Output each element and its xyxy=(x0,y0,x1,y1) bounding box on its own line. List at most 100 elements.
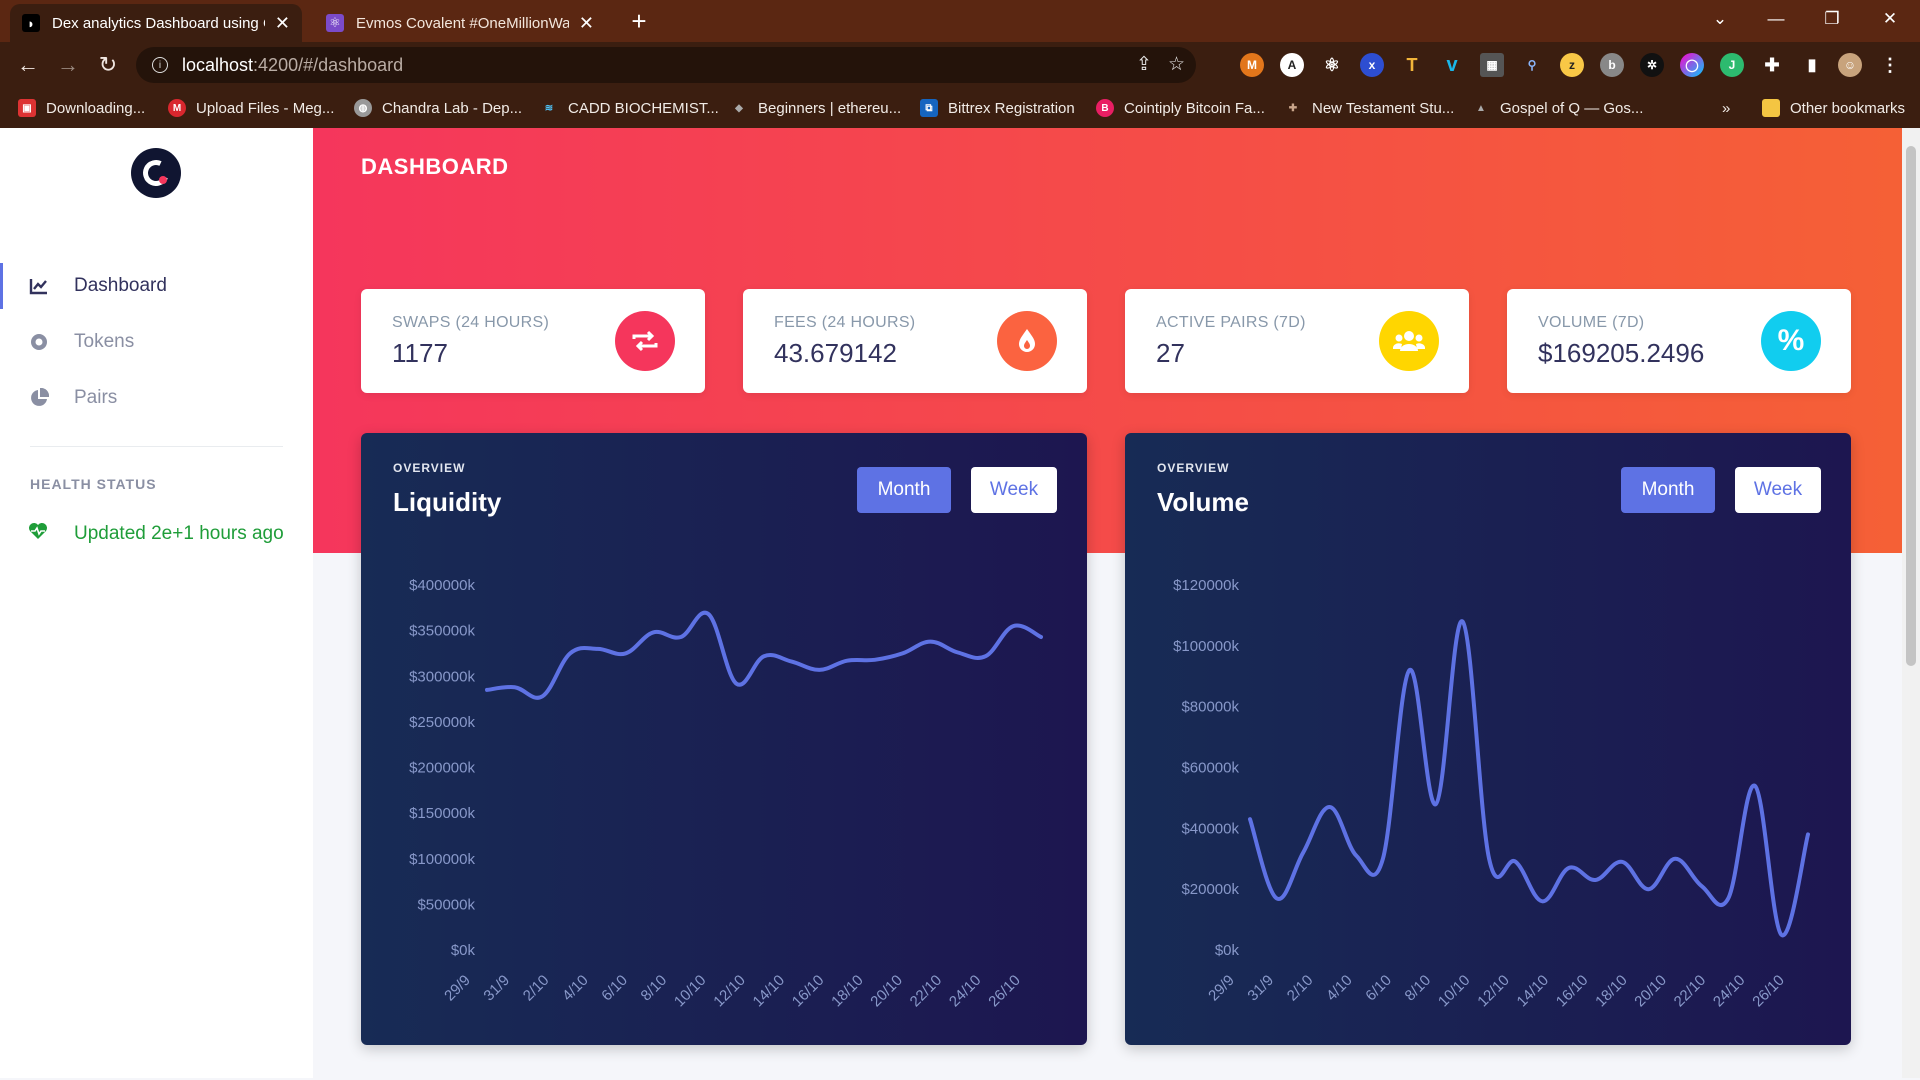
scrollbar-thumb[interactable] xyxy=(1906,146,1916,666)
close-tab-icon[interactable]: ✕ xyxy=(275,13,290,34)
stat-label: VOLUME (7D) xyxy=(1538,314,1645,331)
bookmark-item[interactable]: B Cointiply Bitcoin Fa... xyxy=(1096,96,1265,120)
extension-color-icon[interactable]: ◯ xyxy=(1680,53,1704,77)
mega-favicon-icon: M xyxy=(168,99,186,117)
extension-key-icon[interactable]: T xyxy=(1400,53,1424,77)
x-tick-label: 22/10 xyxy=(907,972,946,1011)
extension-j-icon[interactable]: J xyxy=(1720,53,1744,77)
restore-icon[interactable]: ❐ xyxy=(1804,0,1860,38)
browser-tab-dashboard[interactable]: ◗ Dex analytics Dashboard using C ✕ xyxy=(10,4,302,42)
profile-avatar-icon[interactable]: ☺ xyxy=(1838,53,1862,77)
bookmark-item[interactable]: ◆ Beginners | ethereu... xyxy=(730,96,901,120)
metamask-extension-icon[interactable]: M xyxy=(1240,53,1264,77)
tab-search-icon[interactable]: ⌄ xyxy=(1692,0,1748,38)
back-icon[interactable]: ← xyxy=(14,51,42,79)
gospel-favicon-icon: ▲ xyxy=(1476,102,1486,114)
minimize-icon[interactable]: — xyxy=(1748,0,1804,38)
stat-card-fees: FEES (24 HOURS) 43.679142 xyxy=(743,289,1087,393)
y-tick-label: $200000k xyxy=(409,760,475,777)
close-window-icon[interactable]: ✕ xyxy=(1862,0,1918,38)
y-tick-label: $350000k xyxy=(409,623,475,640)
sidebar-divider xyxy=(30,446,283,447)
bookmark-item[interactable]: ▣ Downloading... xyxy=(18,96,145,120)
y-tick-label: $120000k xyxy=(1173,577,1239,594)
extension-search-icon[interactable]: ⚲ xyxy=(1520,53,1544,77)
sidebar-item-tokens[interactable]: Tokens xyxy=(0,319,313,365)
x-tick-label: 14/10 xyxy=(1514,972,1553,1011)
y-tick-label: $0k xyxy=(1215,942,1240,959)
bookmarks-overflow-button[interactable]: » xyxy=(1722,96,1730,120)
share-icon[interactable]: ⇪ xyxy=(1136,53,1152,76)
page-scrollbar[interactable] xyxy=(1902,128,1920,1078)
bittrex-favicon-icon: ⧉ xyxy=(920,99,938,117)
series-line xyxy=(485,610,1043,700)
x-tick-label: 4/10 xyxy=(559,972,592,1005)
extension-flower-icon[interactable]: ✲ xyxy=(1640,53,1664,77)
bookmark-label: Chandra Lab - Dep... xyxy=(382,99,523,117)
token-icon xyxy=(28,331,50,353)
browser-toolbar: ← → ↻ i localhost:4200/#/dashboard ⇪ ☆ M… xyxy=(0,42,1920,88)
forward-icon[interactable]: → xyxy=(54,51,82,79)
react-devtools-icon[interactable]: ⚛ xyxy=(1320,53,1344,77)
browser-tab-strip: ◗ Dex analytics Dashboard using C ✕ ⚛ Ev… xyxy=(0,0,1920,42)
vimeo-extension-icon[interactable]: v xyxy=(1440,53,1464,77)
other-bookmarks-folder[interactable]: Other bookmarks xyxy=(1762,96,1905,120)
liquidity-line-chart: $0k $50000k $100000k $150000k $200000k $25000… xyxy=(409,577,1043,1011)
page-viewport: Dashboard Tokens Pairs HEALTH STATUS Upd… xyxy=(0,128,1902,1078)
y-tick-label: $80000k xyxy=(1181,699,1239,716)
stat-label: ACTIVE PAIRS (7D) xyxy=(1156,314,1306,331)
sidebar-item-label: Dashboard xyxy=(74,275,167,296)
extension-b-icon[interactable]: b xyxy=(1600,53,1624,77)
side-panel-icon[interactable]: ▮ xyxy=(1800,53,1824,77)
site-info-icon[interactable]: i xyxy=(152,57,168,73)
bookmark-item[interactable]: ✚ New Testament Stu... xyxy=(1284,96,1455,120)
x-tick-label: 31/9 xyxy=(1244,972,1277,1005)
x-tick-label: 10/10 xyxy=(671,972,710,1011)
bookmark-item[interactable]: ⧉ Bittrex Registration xyxy=(920,96,1075,120)
extensions-puzzle-icon[interactable]: ✚ xyxy=(1760,53,1784,77)
x-tick-label: 31/9 xyxy=(480,972,513,1005)
address-bar[interactable]: i localhost:4200/#/dashboard ⇪ ☆ xyxy=(136,47,1196,83)
url-host: localhost xyxy=(182,54,254,75)
x-tick-label: 18/10 xyxy=(1592,972,1631,1011)
bookmark-item[interactable]: ◍ Chandra Lab - Dep... xyxy=(354,96,522,120)
extension-coin-icon[interactable]: z xyxy=(1560,53,1584,77)
tab-title: Dex analytics Dashboard using C xyxy=(52,14,265,32)
y-tick-label: $400000k xyxy=(409,577,475,594)
y-tick-label: $250000k xyxy=(409,714,475,731)
new-tab-button[interactable]: + xyxy=(624,6,654,36)
extension-a-icon[interactable]: A xyxy=(1280,53,1304,77)
reload-icon[interactable]: ↻ xyxy=(94,51,122,79)
x-tick-label: 10/10 xyxy=(1435,972,1474,1011)
cross-favicon-icon: ✚ xyxy=(1288,102,1298,114)
sidebar-item-label: Pairs xyxy=(74,387,118,408)
sidebar-item-dashboard[interactable]: Dashboard xyxy=(0,263,313,309)
health-status-item[interactable]: Updated 2e+1 hours ago xyxy=(28,522,284,546)
close-tab-icon[interactable]: ✕ xyxy=(579,13,594,34)
bookmark-label: Other bookmarks xyxy=(1790,99,1906,117)
x-tick-label: 6/10 xyxy=(1362,972,1395,1005)
x-tick-label: 16/10 xyxy=(789,972,828,1011)
pie-chart-icon xyxy=(28,387,50,409)
extension-grid-icon[interactable]: ▦ xyxy=(1480,53,1504,77)
bookmark-star-icon[interactable]: ☆ xyxy=(1168,53,1185,76)
x-tick-label: 16/10 xyxy=(1553,972,1592,1011)
extension-x-icon[interactable]: x xyxy=(1360,53,1384,77)
bookmark-label: Bittrex Registration xyxy=(948,99,1075,117)
covalent-logo[interactable] xyxy=(131,148,181,198)
bookmark-label: Gospel of Q — Gos... xyxy=(1500,99,1644,117)
swap-arrows-icon xyxy=(615,311,675,371)
sidebar-item-pairs[interactable]: Pairs xyxy=(0,375,313,421)
x-tick-label: 22/10 xyxy=(1671,972,1710,1011)
x-tick-label: 12/10 xyxy=(1474,972,1513,1011)
covalent-favicon-icon: ◗ xyxy=(22,14,40,32)
browser-menu-icon[interactable]: ⋮ xyxy=(1878,53,1902,77)
y-tick-label: $100000k xyxy=(409,851,475,868)
bookmark-label: CADD BIOCHEMIST... xyxy=(568,99,719,117)
bookmark-item[interactable]: ▲ Gospel of Q — Gos... xyxy=(1472,96,1643,120)
bookmark-item[interactable]: ≋ CADD BIOCHEMIST... xyxy=(540,96,719,120)
bookmark-item[interactable]: M Upload Files - Meg... xyxy=(168,96,334,120)
browser-tab-evmos[interactable]: ⚛ Evmos Covalent #OneMillionWall ✕ xyxy=(314,4,606,42)
bookmark-label: Upload Files - Meg... xyxy=(196,99,335,117)
stat-label: SWAPS (24 HOURS) xyxy=(392,314,550,331)
